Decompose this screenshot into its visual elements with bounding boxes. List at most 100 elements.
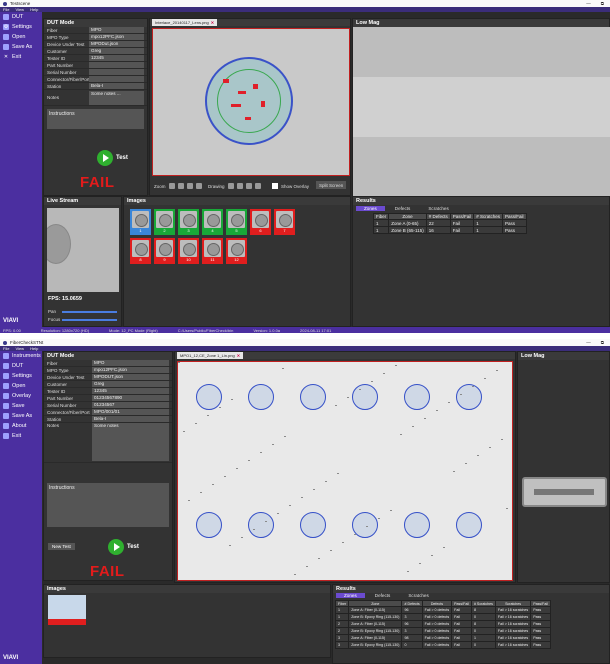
thumbnail[interactable]: 7	[274, 209, 295, 235]
fiber-circle[interactable]	[456, 384, 482, 410]
mpo-endface-image[interactable]	[177, 361, 513, 581]
fiber-circle[interactable]	[456, 512, 482, 538]
table-row[interactable]: 2 Zone A: Fiber (0-115) 96 Fail > 0 defects…	[334, 620, 551, 628]
field-value[interactable]: MPO	[92, 360, 169, 366]
fiber-circle[interactable]	[404, 512, 430, 538]
connector-field[interactable]	[89, 76, 144, 82]
table-row[interactable]: 1 Zone B (65-115) 16 Fail 1 Pass	[372, 226, 527, 234]
line-tool-icon[interactable]	[236, 183, 243, 189]
field-value[interactable]: Bela-I	[92, 416, 169, 422]
column-header[interactable]: Pass/Fail	[449, 213, 475, 220]
sidebar-item-instruments[interactable]: Instruments	[0, 351, 42, 361]
rect-tool-icon[interactable]	[245, 183, 252, 189]
tab-defects[interactable]: Defects	[387, 206, 419, 211]
maximize-button[interactable]: ⧉	[601, 340, 604, 345]
table-row[interactable]: 1 Zone A (0-65) 22 Fail 1 Pass	[372, 219, 527, 227]
field-value[interactable]: 01234567890	[92, 395, 169, 401]
sidebar-item-overlay[interactable]: Overlay	[0, 391, 42, 401]
zoom-out-icon[interactable]	[177, 183, 184, 189]
tab-scratches[interactable]: Scratches	[400, 593, 436, 598]
notes-field[interactable]: Some notes ...	[89, 90, 144, 105]
circle-tool-icon[interactable]	[227, 183, 234, 189]
image-tab[interactable]: Interlace_20140117_Lens.png ✕	[152, 19, 218, 26]
minimize-button[interactable]: —	[586, 340, 591, 345]
customer-field[interactable]: Greg	[89, 48, 144, 54]
column-header[interactable]: # Defects	[425, 213, 451, 220]
serial-number-field[interactable]	[89, 69, 144, 75]
fiber-circle[interactable]	[352, 384, 378, 410]
lowmag-connector-image[interactable]	[522, 477, 607, 507]
field-value[interactable]: Some notes	[92, 423, 169, 461]
tab-scratches[interactable]: Scratches	[420, 206, 456, 211]
new-test-button[interactable]: New Test	[48, 543, 75, 550]
dut-select[interactable]: MPODut.json	[89, 41, 144, 47]
field-value[interactable]: MPODUT.json	[92, 374, 169, 380]
sidebar-item-dut[interactable]: DUT	[0, 361, 42, 371]
station-field[interactable]: Bela-I	[89, 83, 144, 89]
thumbnail[interactable]: 2	[154, 209, 175, 235]
sidebar-item-settings[interactable]: Settings	[0, 371, 42, 381]
tab-zones[interactable]: Zones	[336, 593, 365, 598]
thumbnail[interactable]: 4	[202, 209, 223, 235]
sidebar-item-open[interactable]: Open	[0, 381, 42, 391]
sidebar-item-exit[interactable]: ✕ Exit	[0, 52, 42, 62]
fiber-select[interactable]: MPO	[89, 27, 144, 33]
split-screen-button[interactable]: Split Screen	[316, 181, 347, 189]
thumbnail[interactable]: 11	[202, 238, 223, 264]
fiber-circle[interactable]	[248, 512, 274, 538]
test-button[interactable]: Test	[108, 539, 139, 555]
thumbnail[interactable]: 12	[226, 238, 247, 264]
tab-zones[interactable]: Zones	[356, 206, 385, 211]
table-row[interactable]: 3 Zone B: Epoxy Ring (115-130) 0 Fail > 0 d…	[334, 641, 551, 649]
fiber-circle[interactable]	[196, 512, 222, 538]
sidebar-item-open[interactable]: Open	[0, 32, 42, 42]
sidebar-item-about[interactable]: About	[0, 421, 42, 431]
image-tab[interactable]: MPO1_12,CE_Zone 1_Lin.png ✕	[177, 352, 244, 359]
field-value[interactable]: 12345	[92, 388, 169, 394]
fiber-circle[interactable]	[404, 384, 430, 410]
mpo-type-select[interactable]: mpo12PFC.json	[89, 34, 144, 40]
maximize-button[interactable]: ⧉	[601, 1, 604, 6]
pan-slider[interactable]	[62, 311, 117, 313]
thumbnail[interactable]: 9	[154, 238, 175, 264]
fiber-circle[interactable]	[300, 384, 326, 410]
focus-slider[interactable]	[62, 319, 117, 321]
endface-image[interactable]	[152, 28, 350, 176]
thumbnail[interactable]: 10	[178, 238, 199, 264]
text-tool-icon[interactable]	[254, 183, 261, 189]
tab-defects[interactable]: Defects	[367, 593, 399, 598]
sidebar-item-dut[interactable]: DUT	[0, 12, 42, 22]
zoom-fit-icon[interactable]	[186, 183, 193, 189]
table-row[interactable]: 1 Zone B: Epoxy Ring (115-130) 3 Fail > 0 d…	[334, 613, 551, 621]
mpo-thumbnail[interactable]	[48, 595, 86, 625]
thumbnail[interactable]: 1	[130, 209, 151, 235]
show-overlay-checkbox[interactable]: Show Overlay	[272, 183, 309, 189]
lowmag-image[interactable]	[353, 27, 610, 197]
table-row[interactable]: 3 Zone A: Fiber (0-115) 98 Fail > 0 defects…	[334, 634, 551, 642]
thumbnail[interactable]: 3	[178, 209, 199, 235]
part-number-field[interactable]	[89, 62, 144, 68]
field-value[interactable]: Greg	[92, 381, 169, 387]
close-tab-icon[interactable]: ✕	[211, 20, 214, 25]
field-value[interactable]: mpo12PFC.json	[92, 367, 169, 373]
thumbnail[interactable]: 6	[250, 209, 271, 235]
close-tab-icon[interactable]: ✕	[237, 353, 240, 358]
sidebar-item-settings[interactable]: ⚙ Settings	[0, 22, 42, 32]
sidebar-item-save[interactable]: Save	[0, 401, 42, 411]
zoom-in-icon[interactable]	[168, 183, 175, 189]
minimize-button[interactable]: —	[586, 1, 591, 6]
sidebar-item-save-as[interactable]: Save As	[0, 42, 42, 52]
thumbnail[interactable]: 5	[226, 209, 247, 235]
sidebar-item-exit[interactable]: Exit	[0, 431, 42, 441]
table-row[interactable]: 1 Zone A: Fiber (0-115) 96 Fail > 0 defects…	[334, 606, 551, 614]
tester-id-field[interactable]: 12345	[89, 55, 144, 61]
zoom-reset-icon[interactable]	[195, 183, 202, 189]
column-header[interactable]: # Scratches	[473, 213, 503, 220]
test-button[interactable]: Test	[97, 150, 128, 166]
live-stream-view[interactable]	[47, 208, 119, 292]
table-row[interactable]: 2 Zone B: Epoxy Ring (115-130) 3 Fail > 0 d…	[334, 627, 551, 635]
thumbnail[interactable]: 8	[130, 238, 151, 264]
fiber-circle[interactable]	[300, 512, 326, 538]
field-value[interactable]: 01234567	[92, 402, 169, 408]
column-header[interactable]: Pass/Fail	[502, 213, 527, 220]
